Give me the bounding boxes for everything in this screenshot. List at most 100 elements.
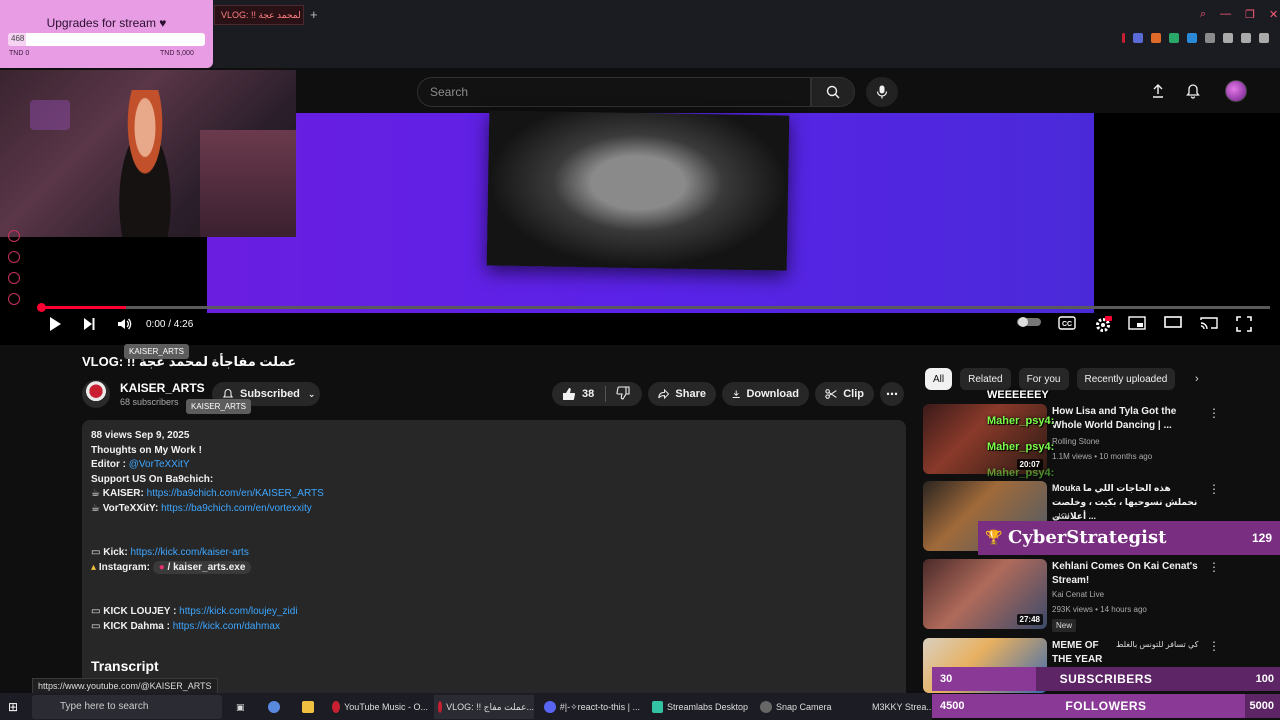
upload-icon[interactable] bbox=[1150, 83, 1166, 104]
extension-icon[interactable] bbox=[1187, 33, 1197, 43]
rec-title[interactable]: Mouka هذه الحاجات اللي ما نحملش نسوحبها … bbox=[1052, 481, 1202, 523]
search-icon[interactable]: ⌕ bbox=[1200, 8, 1206, 21]
chat-username: Maher_psy4: bbox=[987, 415, 1055, 427]
rec-menu-icon[interactable]: ⋮ bbox=[1208, 560, 1220, 574]
rec-title[interactable]: MEME OF THE YEAR bbox=[1052, 639, 1112, 667]
description-loujey: ▭ KICK LOUJEY : https://kick.com/loujey_… bbox=[91, 606, 298, 617]
windows-start-icon[interactable]: ⊞ bbox=[8, 700, 18, 714]
subscribers-target: 100 bbox=[1255, 673, 1274, 685]
next-icon[interactable] bbox=[82, 316, 96, 332]
followers-target: 5000 bbox=[1249, 700, 1274, 712]
video-progress-knob[interactable] bbox=[37, 303, 46, 312]
video-progress-fill bbox=[40, 306, 127, 309]
download-button[interactable]: Download bbox=[722, 382, 809, 406]
rec-thumbnail[interactable]: 27:48 bbox=[923, 559, 1047, 629]
trophy-icon: 🏆 bbox=[985, 529, 1003, 545]
filter-chips: All Related For you Recently uploaded bbox=[925, 368, 1176, 390]
volume-icon[interactable] bbox=[116, 316, 132, 332]
status-url-bar: https://www.youtube.com/@KAISER_ARTS bbox=[32, 678, 218, 694]
editor-link[interactable]: @VorTeXXitY bbox=[129, 459, 190, 470]
taskbar-app-snap-camera[interactable]: Snap Camera bbox=[756, 695, 856, 719]
tv-icon: ▭ bbox=[91, 621, 104, 632]
more-actions-button[interactable]: ⋯ bbox=[880, 382, 904, 406]
kick-link[interactable]: https://kick.com/kaiser-arts bbox=[130, 547, 248, 558]
taskbar-app-discord[interactable]: #|-✧react-to-this | ... bbox=[540, 695, 640, 719]
snap-camera-icon bbox=[760, 701, 772, 713]
subscribers-label: SUBSCRIBERS bbox=[1059, 672, 1153, 686]
extension-icon[interactable] bbox=[1169, 33, 1179, 43]
play-icon[interactable] bbox=[48, 316, 62, 332]
donation-goal-bar: 468 bbox=[8, 33, 205, 46]
rec-title[interactable]: Kehlani Comes On Kai Cenat's Stream! bbox=[1052, 560, 1202, 588]
chip-for-you[interactable]: For you bbox=[1018, 368, 1069, 390]
copilot-icon[interactable] bbox=[264, 695, 284, 719]
taskbar-app-youtube-music[interactable]: YouTube Music - O... bbox=[328, 695, 428, 719]
clip-button[interactable]: Clip bbox=[815, 382, 874, 406]
account-icon[interactable] bbox=[1223, 33, 1233, 43]
cast-icon[interactable] bbox=[1200, 316, 1218, 330]
notifications-bell-icon[interactable] bbox=[1185, 83, 1201, 104]
autoplay-toggle[interactable] bbox=[1016, 316, 1042, 328]
theater-mode-icon[interactable] bbox=[1164, 316, 1182, 328]
channel-name[interactable]: KAISER_ARTS bbox=[120, 381, 205, 395]
follower-alert: 🏆 CyberStrategist 129 bbox=[978, 521, 1280, 555]
extension-icon[interactable] bbox=[1133, 33, 1143, 43]
taskbar-search-input[interactable]: Type here to search bbox=[32, 695, 222, 719]
video-progress-track[interactable] bbox=[40, 306, 1270, 309]
channel-avatar[interactable] bbox=[82, 380, 110, 408]
chat-username: Maher_psy4: bbox=[987, 441, 1055, 453]
loujey-link[interactable]: https://kick.com/loujey_zidi bbox=[179, 606, 297, 617]
rec-channel[interactable]: Kai Cenat Live bbox=[1052, 590, 1104, 599]
chip-recently-uploaded[interactable]: Recently uploaded bbox=[1076, 368, 1176, 390]
rec-channel[interactable]: اتكاي bbox=[1052, 512, 1070, 521]
file-explorer-icon[interactable] bbox=[298, 695, 318, 719]
captions-icon[interactable]: CC bbox=[1058, 316, 1076, 330]
minimize-icon[interactable]: — bbox=[1220, 8, 1231, 21]
browser-tab-active[interactable]: VLOG: !! عملت مفاجأة لمحمد عجة bbox=[214, 5, 304, 25]
circle-icon[interactable] bbox=[8, 230, 20, 242]
task-view-icon[interactable]: ▣ bbox=[232, 695, 246, 719]
download-icon[interactable] bbox=[1241, 33, 1251, 43]
restore-icon[interactable]: ❐ bbox=[1245, 8, 1255, 21]
share-button[interactable]: Share bbox=[648, 382, 716, 406]
streamer-webcam bbox=[0, 70, 296, 237]
fullscreen-icon[interactable] bbox=[1236, 316, 1252, 332]
chip-all[interactable]: All bbox=[925, 368, 953, 390]
dahma-link[interactable]: https://kick.com/dahmax bbox=[173, 621, 280, 632]
rec-menu-icon[interactable]: ⋮ bbox=[1208, 482, 1220, 496]
search-icon bbox=[826, 85, 840, 99]
gear-icon[interactable] bbox=[8, 293, 20, 305]
circle-icon[interactable] bbox=[8, 251, 20, 263]
description-box[interactable] bbox=[82, 420, 906, 700]
taskbar-app-chrome[interactable]: M3KKY Strea... bbox=[864, 695, 932, 719]
chevron-right-icon[interactable]: › bbox=[1195, 373, 1199, 385]
close-icon[interactable]: ✕ bbox=[1269, 8, 1278, 21]
chip-related[interactable]: Related bbox=[960, 368, 1011, 390]
extension-icon[interactable] bbox=[1151, 33, 1161, 43]
instagram-chip[interactable]: ● / kaiser_arts.exe bbox=[152, 561, 252, 574]
taskbar-app-streamlabs[interactable]: Streamlabs Desktop bbox=[648, 695, 748, 719]
settings-gear-icon[interactable] bbox=[1094, 316, 1112, 334]
menu-icon[interactable] bbox=[1259, 33, 1269, 43]
rec-channel[interactable]: Rolling Stone bbox=[1052, 437, 1100, 446]
extension-icon[interactable] bbox=[1205, 33, 1215, 43]
kaiser-link[interactable]: https://ba9chich.com/en/KAISER_ARTS bbox=[147, 488, 324, 499]
like-button[interactable]: 38 bbox=[552, 382, 642, 406]
vortex-link[interactable]: https://ba9chich.com/en/vortexxity bbox=[161, 503, 312, 514]
user-avatar[interactable] bbox=[1225, 80, 1247, 102]
rec-title[interactable]: How Lisa and Tyla Got the Whole World Da… bbox=[1052, 405, 1202, 433]
taskbar-app-browser[interactable]: VLOG: !! عملت مفاج... bbox=[434, 695, 534, 719]
thumbs-down-icon[interactable] bbox=[616, 385, 630, 403]
search-input[interactable]: Search bbox=[417, 77, 811, 107]
voice-search-button[interactable] bbox=[866, 77, 898, 107]
rec-menu-icon[interactable]: ⋮ bbox=[1208, 406, 1220, 420]
description-support: Support US On Ba9chich: bbox=[91, 474, 214, 485]
microphone-icon bbox=[876, 85, 888, 99]
miniplayer-icon[interactable] bbox=[1128, 316, 1146, 330]
new-tab-button[interactable]: + bbox=[310, 7, 318, 22]
description-dahma: ▭ KICK Dahma : https://kick.com/dahmax bbox=[91, 621, 280, 632]
instagram-icon: ● bbox=[158, 562, 168, 573]
search-button[interactable] bbox=[811, 77, 855, 107]
circle-icon[interactable] bbox=[8, 272, 20, 284]
rec-menu-icon[interactable]: ⋮ bbox=[1208, 639, 1220, 653]
